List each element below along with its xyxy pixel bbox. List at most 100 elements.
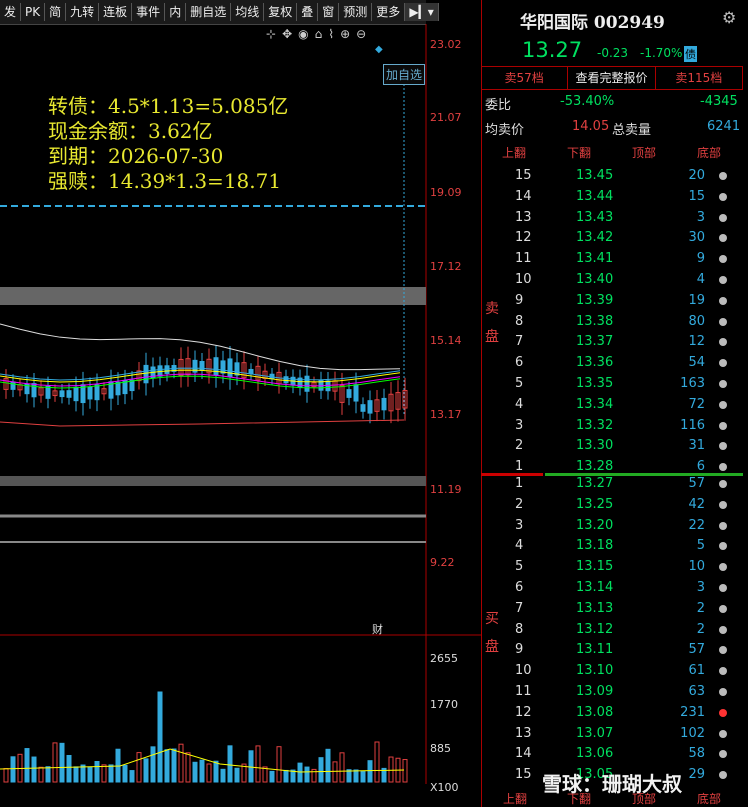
footer-page-up[interactable]: 上翻 (503, 790, 527, 807)
buy-row[interactable]: 10 13.10 61 (481, 661, 743, 681)
level: 12 (515, 230, 532, 246)
toolbar-item[interactable]: 事件 (132, 3, 166, 21)
toolbar-item[interactable]: PK (21, 3, 46, 21)
watermark: 雪球：珊瑚大叔 (542, 772, 682, 796)
toolbar-item[interactable]: 内 (165, 3, 187, 21)
sell-row[interactable]: 13 13.43 3 (481, 208, 743, 228)
volume-bar (276, 746, 282, 783)
candle (94, 384, 100, 401)
toolbar-item[interactable]: 叠 (297, 3, 319, 21)
financial-report-marker[interactable]: 财 (372, 621, 383, 637)
toolbar-item[interactable]: 发 (0, 3, 22, 21)
sell-row[interactable]: 8 13.38 80 (481, 312, 743, 332)
toolbar-item[interactable]: 更多 (372, 3, 406, 21)
candle (346, 389, 352, 398)
volume-bar (59, 742, 65, 783)
level: 5 (515, 559, 524, 575)
level: 2 (515, 438, 524, 454)
buy-levels-button[interactable]: 卖115档 (656, 67, 743, 89)
buy-row[interactable]: 6 13.14 3 (481, 578, 743, 598)
price-tick: 21.07 (430, 111, 462, 124)
gear-icon[interactable]: ⚙ (722, 8, 736, 27)
level-dot-icon (719, 213, 727, 222)
toolbar-item[interactable]: 连板 (99, 3, 133, 21)
sell-row[interactable]: 7 13.37 12 (481, 332, 743, 352)
toolbar-item[interactable]: 复权 (264, 3, 298, 21)
sell-row[interactable]: 14 13.44 15 (481, 187, 743, 207)
sell-row[interactable]: 15 13.45 20 (481, 166, 743, 186)
level-qty: 5 (696, 538, 705, 554)
sell-row[interactable]: 9 13.39 19 (481, 291, 743, 311)
level: 3 (515, 417, 524, 433)
buy-row[interactable]: 14 13.06 58 (481, 744, 743, 764)
level: 10 (515, 663, 532, 679)
page-up-button[interactable]: 上翻 (502, 144, 526, 161)
level-qty: 15 (688, 188, 705, 204)
volume-bar (339, 752, 345, 783)
price-tick: 19.09 (430, 186, 462, 199)
bond-badge[interactable]: 债 (684, 46, 697, 62)
candle (227, 358, 233, 378)
level-dot-icon (719, 480, 727, 488)
buy-row[interactable]: 4 13.18 5 (481, 536, 743, 556)
volume-bar (297, 762, 303, 783)
page-down-button[interactable]: 下翻 (567, 144, 591, 161)
buy-row[interactable]: 11 13.09 63 (481, 682, 743, 702)
candle (10, 381, 16, 390)
level-price: 13.42 (576, 230, 614, 246)
buy-row[interactable]: 3 13.20 22 (481, 516, 743, 536)
level: 14 (515, 188, 532, 204)
sell-row[interactable]: 12 13.42 30 (481, 228, 743, 248)
level-dot-icon (719, 646, 727, 655)
sell-row[interactable]: 10 13.40 4 (481, 270, 743, 290)
volume-bar (185, 752, 191, 783)
level-price: 13.20 (576, 517, 614, 533)
volume-bar (31, 756, 37, 783)
highlight-band-upper (0, 287, 426, 305)
volume-bar (24, 748, 30, 783)
bottom-button[interactable]: 底部 (697, 144, 721, 161)
full-quote-button[interactable]: 查看完整报价 (568, 67, 656, 89)
level: 8 (515, 621, 524, 637)
sell-levels-button[interactable]: 卖57档 (481, 67, 569, 89)
level-dot-icon (719, 442, 727, 451)
sell-row[interactable]: 11 13.41 9 (481, 249, 743, 269)
buy-row[interactable]: 5 13.15 10 (481, 557, 743, 577)
quote-button-row: 卖57档 查看完整报价 卖115档 (481, 66, 743, 90)
sell-row[interactable]: 2 13.30 31 (481, 436, 743, 456)
price-change: -0.23 (597, 46, 629, 60)
candle (115, 381, 121, 396)
buy-row[interactable]: 2 13.25 42 (481, 495, 743, 515)
add-watchlist-button[interactable]: 加自选 (383, 64, 426, 85)
volume-bar (227, 745, 233, 783)
level-qty: 116 (680, 417, 705, 433)
buy-row[interactable]: 12 13.08 231 (481, 703, 743, 723)
toolbar-expand-icon[interactable]: ▶▎▾ (405, 3, 439, 21)
level-dot-icon (719, 172, 727, 180)
volume-bar (3, 768, 9, 783)
sell-row[interactable]: 4 13.34 72 (481, 395, 743, 415)
footer-bottom[interactable]: 底部 (697, 790, 721, 807)
volume-tick: 2655 (430, 652, 458, 665)
buy-row[interactable]: 9 13.11 57 (481, 640, 743, 660)
top-button[interactable]: 顶部 (632, 144, 656, 161)
buy-row[interactable]: 1 13.27 57 (481, 474, 743, 494)
toolbar-item[interactable]: 简 (45, 3, 67, 21)
toolbar-item[interactable]: 删自选 (186, 3, 232, 21)
level: 11 (515, 684, 532, 699)
sell-row[interactable]: 3 13.32 116 (481, 416, 743, 436)
level: 12 (515, 704, 532, 720)
sell-row[interactable]: 6 13.36 54 (481, 353, 743, 373)
buy-row[interactable]: 7 13.13 2 (481, 599, 743, 619)
toolbar-item[interactable]: 九转 (66, 3, 100, 21)
avg-sell-label: 均卖价 (485, 123, 525, 138)
toolbar-item[interactable]: 窗 (318, 3, 340, 21)
toolbar-item[interactable]: 预测 (339, 3, 373, 21)
level: 9 (515, 292, 524, 308)
toolbar-item[interactable]: 均线 (231, 3, 265, 21)
buy-row[interactable]: 13 13.07 102 (481, 724, 743, 744)
buy-row[interactable]: 8 13.12 2 (481, 620, 743, 640)
level-qty: 20 (688, 168, 705, 183)
level: 9 (515, 642, 524, 658)
sell-row[interactable]: 5 13.35 163 (481, 374, 743, 394)
